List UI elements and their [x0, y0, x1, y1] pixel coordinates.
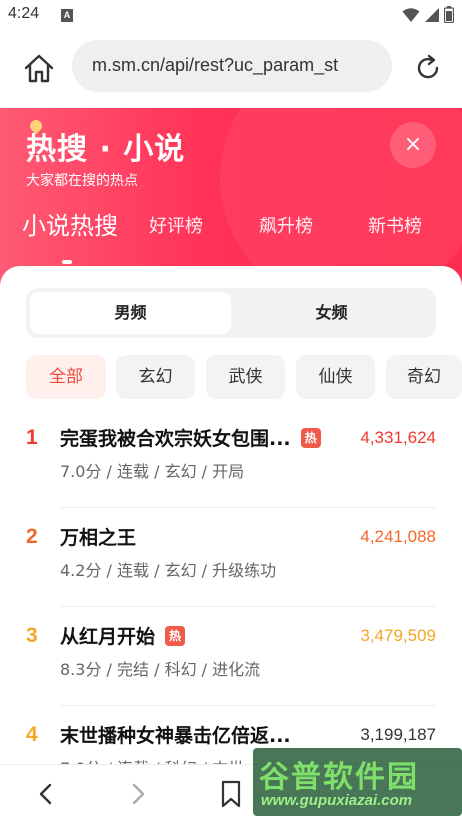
wifi-icon [402, 7, 420, 22]
status-bar: 4:24 A [0, 0, 462, 32]
book-meta: 7.0分 / 连载 / 玄幻 / 开局 [60, 462, 245, 481]
chevron-right-icon [132, 783, 145, 805]
watermark-title: 谷普软件园 [259, 760, 419, 795]
divider [60, 705, 436, 706]
book-title-wrap: 末世播种女神暴击亿倍返... [60, 721, 291, 748]
heat-value: 3,199,187 [360, 725, 436, 744]
bookmark-button[interactable] [216, 779, 246, 809]
notification-icon: A [61, 9, 73, 22]
book-title-wrap: 完蛋我被合欢宗妖女包围... 热 [60, 424, 321, 451]
gender-male-tab[interactable]: 男频 [30, 292, 231, 334]
reload-icon [417, 54, 439, 79]
heat-value: 4,331,624 [360, 428, 436, 447]
hot-badge: 热 [300, 428, 321, 448]
home-icon [24, 54, 54, 83]
book-meta: 4.2分 / 连载 / 玄幻 / 升级练功 [60, 561, 277, 580]
genre-chip-wuxia[interactable]: 武侠 [206, 355, 285, 399]
watermark-logo: 谷普软件园 www.gupuxiazai.com [253, 748, 462, 816]
chevron-left-icon [39, 783, 52, 805]
page-subtitle: 大家都在搜的热点 [26, 173, 138, 189]
rank-number: 4 [26, 723, 38, 746]
genre-chip-xianxia[interactable]: 仙侠 [296, 355, 375, 399]
genre-chip-all[interactable]: 全部 [26, 355, 106, 399]
genre-chip-xuanhuan[interactable]: 玄幻 [116, 355, 195, 399]
active-tab-indicator [62, 260, 72, 264]
rank-number: 2 [26, 525, 38, 548]
tab-top-rated[interactable]: 好评榜 [149, 212, 203, 238]
battery-icon [444, 6, 454, 23]
ranking-row[interactable]: 1 完蛋我被合欢宗妖女包围... 热 7.0分 / 连载 / 玄幻 / 开局 4,… [0, 424, 462, 524]
forward-button[interactable] [123, 779, 153, 809]
book-title: 完蛋我被合欢宗妖女包围... [60, 428, 291, 450]
book-title-wrap: 万相之王 [60, 523, 136, 550]
ranking-row[interactable]: 2 万相之王 4.2分 / 连载 / 玄幻 / 升级练功 4,241,088 [0, 523, 462, 623]
hot-badge: 热 [165, 626, 186, 646]
divider [60, 606, 436, 607]
browser-toolbar: m.sm.cn/api/rest?uc_param_st [0, 32, 462, 108]
tab-novel-hot[interactable]: 小说热搜 [22, 206, 118, 241]
heat-value: 3,479,509 [360, 626, 436, 645]
rank-number: 3 [26, 624, 38, 647]
gender-female-tab[interactable]: 女频 [231, 292, 432, 334]
address-bar[interactable]: m.sm.cn/api/rest?uc_param_st [72, 40, 392, 92]
book-meta: 8.3分 / 完结 / 科幻 / 进化流 [60, 660, 261, 679]
page-title: 热搜 · 小说 [26, 132, 186, 167]
gender-switch: 男频 女频 [26, 288, 436, 338]
url-text: m.sm.cn/api/rest?uc_param_st [92, 55, 339, 75]
genre-chip-qihuan[interactable]: 奇幻 [386, 355, 462, 399]
status-icons [402, 6, 454, 23]
back-button[interactable] [31, 779, 61, 809]
book-title: 从红月开始 [60, 626, 156, 648]
book-title: 万相之王 [60, 527, 137, 549]
watermark-url: www.gupuxiazai.com [261, 792, 413, 809]
divider [60, 507, 436, 508]
status-time: 4:24 [8, 5, 40, 22]
tab-rising[interactable]: 飙升榜 [259, 212, 313, 238]
close-icon: × [403, 132, 423, 157]
signal-icon [425, 7, 439, 22]
hero-banner: 热搜 · 小说 大家都在搜的热点 × 小说热搜 好评榜 飙升榜 新书榜 [0, 108, 462, 288]
tab-new-books[interactable]: 新书榜 [368, 212, 422, 238]
home-button[interactable] [22, 52, 56, 86]
ranking-sheet: 男频 女频 全部 玄幻 武侠 仙侠 奇幻 1 完蛋我被合欢宗妖女包围... 热 7… [0, 266, 462, 778]
rank-number: 1 [26, 426, 38, 449]
book-title-wrap: 从红月开始热 [60, 622, 186, 649]
heat-value: 4,241,088 [360, 527, 436, 546]
ranking-row[interactable]: 3 从红月开始热 8.3分 / 完结 / 科幻 / 进化流 3,479,509 [0, 622, 462, 722]
close-button[interactable]: × [390, 122, 436, 168]
bookmark-icon [221, 780, 241, 808]
book-title: 末世播种女神暴击亿倍返... [60, 725, 291, 747]
reload-button[interactable] [412, 52, 444, 84]
